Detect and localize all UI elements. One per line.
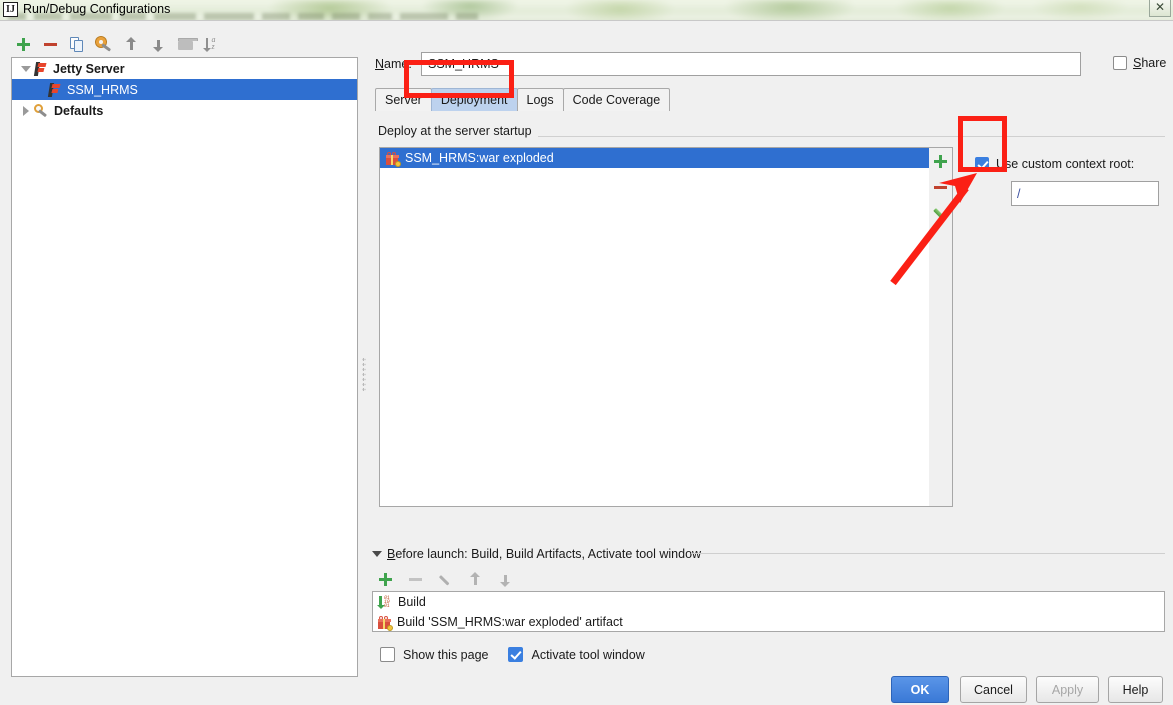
add-artifact-button[interactable] bbox=[929, 148, 952, 174]
deployment-list-toolbar bbox=[929, 147, 953, 507]
tree-item-label: SSM_HRMS bbox=[67, 82, 138, 97]
use-custom-context-root-checkbox[interactable] bbox=[975, 157, 989, 171]
tree-item-defaults[interactable]: Defaults bbox=[12, 100, 357, 121]
arrow-down-icon bbox=[153, 37, 164, 52]
name-input[interactable] bbox=[421, 52, 1081, 76]
tab-code-coverage[interactable]: Code Coverage bbox=[562, 88, 671, 111]
tab-deployment[interactable]: Deployment bbox=[430, 88, 518, 111]
deployment-item-label: SSM_HRMS:war exploded bbox=[405, 151, 554, 165]
context-root-input[interactable] bbox=[1011, 181, 1159, 206]
chevron-down-icon[interactable] bbox=[18, 65, 34, 72]
share-checkbox-group[interactable]: Share bbox=[1113, 56, 1166, 70]
configurations-tree[interactable]: Jetty Server SSM_HRMS Defaults bbox=[11, 57, 358, 677]
jetty-icon bbox=[33, 61, 47, 76]
activate-tool-window-label: Activate tool window bbox=[531, 647, 645, 662]
window-titlebar: IJ Run/Debug Configurations ✕ bbox=[0, 0, 1173, 20]
use-custom-context-root-label: Use custom context root: bbox=[996, 157, 1135, 171]
arrow-up-icon bbox=[470, 571, 481, 587]
tree-item-jetty-server[interactable]: Jetty Server bbox=[12, 58, 357, 79]
plus-icon bbox=[934, 154, 947, 168]
tree-item-ssm-hrms[interactable]: SSM_HRMS bbox=[12, 79, 357, 100]
tab-server[interactable]: Server bbox=[375, 88, 432, 111]
before-launch-divider bbox=[691, 553, 1165, 554]
tree-item-label: Defaults bbox=[54, 103, 104, 118]
edit-artifact-button[interactable] bbox=[929, 200, 952, 226]
build-icon: 01 10 01 bbox=[377, 595, 393, 609]
arrow-down-icon bbox=[500, 572, 511, 587]
ok-button[interactable]: OK bbox=[891, 676, 949, 703]
task-move-up-button bbox=[462, 568, 488, 590]
chevron-down-icon[interactable] bbox=[372, 551, 382, 557]
task-label: Build bbox=[398, 595, 426, 609]
folder-icon bbox=[177, 38, 198, 50]
share-label: Share bbox=[1133, 56, 1167, 70]
configurations-toolbar: az bbox=[10, 30, 360, 58]
wrench-icon bbox=[34, 103, 48, 118]
edit-templates-button[interactable] bbox=[91, 32, 117, 56]
plus-icon bbox=[378, 572, 392, 586]
close-icon[interactable]: ✕ bbox=[1149, 0, 1171, 17]
wrench-icon bbox=[96, 36, 112, 52]
arrow-up-icon bbox=[126, 36, 137, 52]
edit-task-button bbox=[432, 568, 458, 590]
name-label: Name: bbox=[375, 57, 412, 71]
copy-icon bbox=[70, 36, 84, 52]
add-task-button[interactable] bbox=[372, 568, 398, 590]
add-configuration-button[interactable] bbox=[10, 32, 36, 56]
pencil-icon bbox=[932, 206, 948, 220]
deployment-list[interactable]: SSM_HRMS:war exploded bbox=[379, 147, 936, 507]
intellij-idea-icon: IJ bbox=[3, 2, 18, 17]
create-folder-button[interactable] bbox=[172, 32, 198, 56]
remove-task-button bbox=[402, 568, 428, 590]
tab-logs[interactable]: Logs bbox=[516, 88, 564, 111]
before-launch-task-list[interactable]: 01 10 01 Build Build 'SSM_HRMS:war explode… bbox=[372, 591, 1165, 632]
before-launch-toolbar bbox=[372, 567, 672, 591]
help-button[interactable]: Help bbox=[1108, 676, 1163, 703]
configuration-tabs: Server Deployment Logs Code Coverage bbox=[375, 87, 1165, 111]
artifact-icon bbox=[377, 615, 393, 631]
task-label: Build 'SSM_HRMS:war exploded' artifact bbox=[397, 615, 623, 629]
window-title: Run/Debug Configurations bbox=[23, 2, 171, 16]
task-move-down-button bbox=[492, 568, 518, 590]
use-custom-context-root-group[interactable]: Use custom context root: bbox=[975, 157, 1134, 171]
panel-splitter[interactable] bbox=[360, 57, 369, 677]
list-item[interactable]: Build 'SSM_HRMS:war exploded' artifact bbox=[373, 612, 1164, 631]
remove-configuration-button[interactable] bbox=[37, 32, 63, 56]
move-down-button[interactable] bbox=[145, 32, 171, 56]
list-item[interactable]: 01 10 01 Build bbox=[373, 592, 1164, 612]
before-launch-header[interactable]: Before launch: Build, Build Artifacts, A… bbox=[372, 547, 701, 561]
pencil-icon bbox=[438, 573, 452, 586]
chevron-right-icon[interactable] bbox=[18, 105, 34, 116]
name-row: Name: bbox=[375, 51, 1165, 77]
minus-icon bbox=[408, 577, 422, 581]
run-debug-configurations-dialog: IJ Run/Debug Configurations ✕ az Jetty S… bbox=[0, 0, 1173, 705]
minus-icon bbox=[43, 42, 57, 46]
minus-icon bbox=[934, 185, 947, 189]
jetty-icon bbox=[47, 82, 61, 97]
sort-alphabetically-button[interactable]: az bbox=[199, 32, 225, 56]
move-up-button[interactable] bbox=[118, 32, 144, 56]
before-launch-title: Before launch: Build, Build Artifacts, A… bbox=[387, 547, 702, 561]
share-checkbox[interactable] bbox=[1113, 56, 1127, 70]
activate-tool-window-checkbox[interactable] bbox=[508, 647, 524, 662]
apply-button: Apply bbox=[1036, 676, 1099, 703]
artifact-icon bbox=[385, 151, 401, 167]
dialog-body: az Jetty Server SSM_HRMS Defaults Name: … bbox=[0, 20, 1173, 705]
bottom-checkboxes: Show this page Activate tool window bbox=[380, 647, 657, 662]
show-this-page-checkbox[interactable] bbox=[380, 647, 395, 662]
copy-configuration-button[interactable] bbox=[64, 32, 90, 56]
remove-artifact-button[interactable] bbox=[929, 174, 952, 200]
show-this-page-label: Show this page bbox=[403, 647, 489, 662]
splitter-grip[interactable] bbox=[362, 357, 366, 391]
plus-icon bbox=[16, 37, 30, 51]
list-item[interactable]: SSM_HRMS:war exploded bbox=[380, 148, 935, 168]
tree-item-label: Jetty Server bbox=[53, 61, 125, 76]
deploy-group-title: Deploy at the server startup bbox=[378, 124, 538, 138]
sort-az-icon: az bbox=[203, 35, 220, 52]
cancel-button[interactable]: Cancel bbox=[960, 676, 1027, 703]
